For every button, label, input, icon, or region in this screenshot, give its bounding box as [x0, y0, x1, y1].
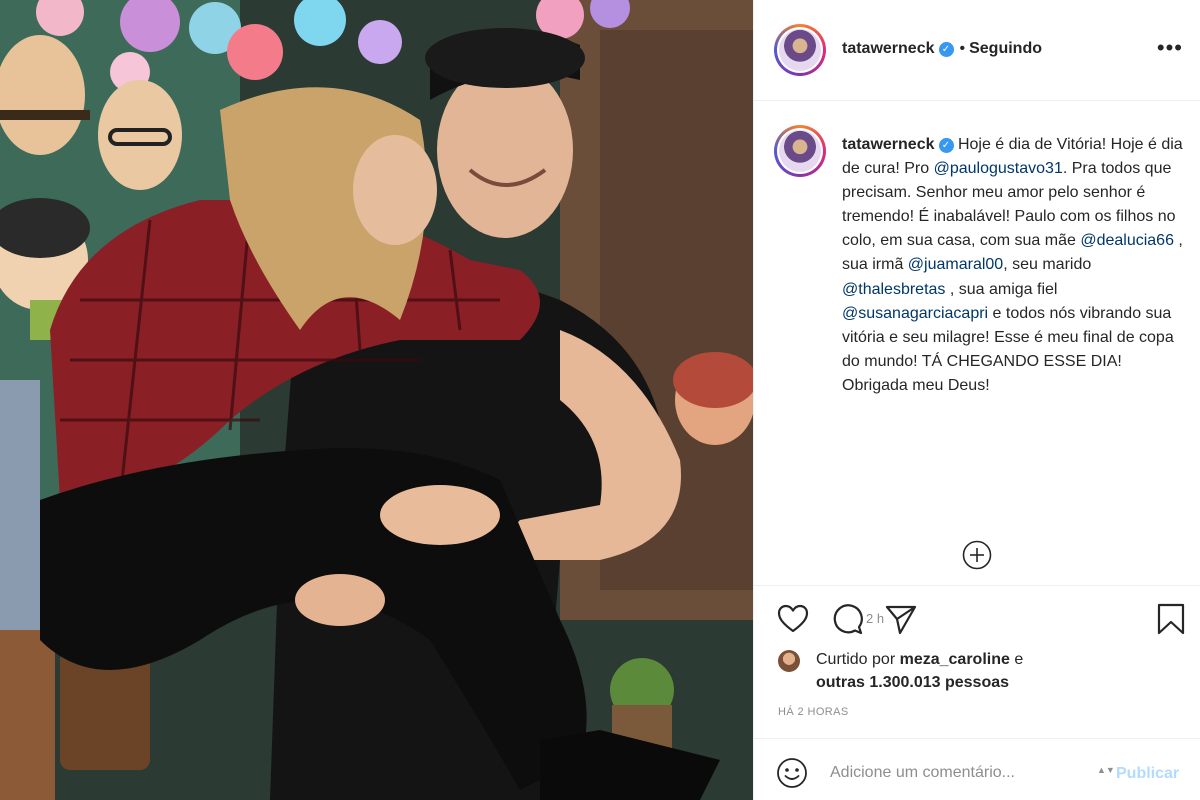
- caption-text: tatawerneck ✓ Hoje é dia de Vitória! Hoje…: [842, 133, 1187, 398]
- mention-link[interactable]: @susanagarciacapri: [842, 305, 988, 322]
- mention-link[interactable]: @paulogustavo31: [934, 160, 1063, 177]
- likes-prefix: Curtido por: [816, 651, 900, 668]
- comment-icon[interactable]: [830, 602, 864, 636]
- likes-text: Curtido por meza_caroline e outras 1.300.…: [816, 648, 1116, 694]
- bookmark-icon[interactable]: [1154, 602, 1188, 636]
- caption-segment: , sua amiga fiel: [945, 280, 1062, 298]
- likes-count[interactable]: outras 1.300.013 pessoas: [816, 674, 1009, 691]
- caption-avatar[interactable]: [774, 125, 826, 177]
- header-username[interactable]: tatawerneck: [842, 40, 935, 57]
- post-timestamp[interactable]: HÁ 2 HORAS: [778, 706, 849, 718]
- following-button[interactable]: Seguindo: [969, 40, 1042, 57]
- verified-badge-icon: ✓: [938, 42, 954, 57]
- comment-bar: ▲▼ Publicar: [754, 738, 1200, 800]
- mention-link[interactable]: @thalesbretas: [842, 281, 945, 298]
- avatar-image: [779, 130, 821, 172]
- more-options-icon[interactable]: •••: [1157, 37, 1183, 59]
- stepper-icon: ▲▼: [1097, 765, 1115, 775]
- likes-connector: e: [1009, 651, 1024, 668]
- add-circle-icon[interactable]: [962, 540, 992, 570]
- emoji-icon[interactable]: [776, 757, 808, 789]
- mention-link[interactable]: @juamaral00: [908, 256, 1003, 273]
- publish-button[interactable]: Publicar: [1116, 765, 1179, 783]
- verified-badge-icon: ✓: [938, 138, 954, 153]
- post-details-panel: tatawerneck ✓ • Seguindo ••• tatawerneck ✓ H…: [753, 0, 1200, 800]
- liker-username[interactable]: meza_caroline: [900, 651, 1010, 668]
- caption-segment: , seu marido: [1003, 256, 1096, 274]
- heart-icon[interactable]: [776, 602, 810, 636]
- mention-link[interactable]: @dealucia66: [1080, 232, 1174, 249]
- post-header: tatawerneck ✓ • Seguindo •••: [754, 0, 1200, 101]
- share-icon[interactable]: [884, 602, 918, 636]
- liker-avatar[interactable]: [778, 650, 800, 672]
- photo-illustration: [0, 0, 753, 800]
- caption-username[interactable]: tatawerneck: [842, 136, 935, 153]
- avatar-image: [779, 29, 821, 71]
- separator-dot: •: [959, 40, 966, 57]
- comment-input[interactable]: [830, 761, 1080, 785]
- post-photo[interactable]: [0, 0, 753, 800]
- profile-avatar[interactable]: [774, 24, 826, 76]
